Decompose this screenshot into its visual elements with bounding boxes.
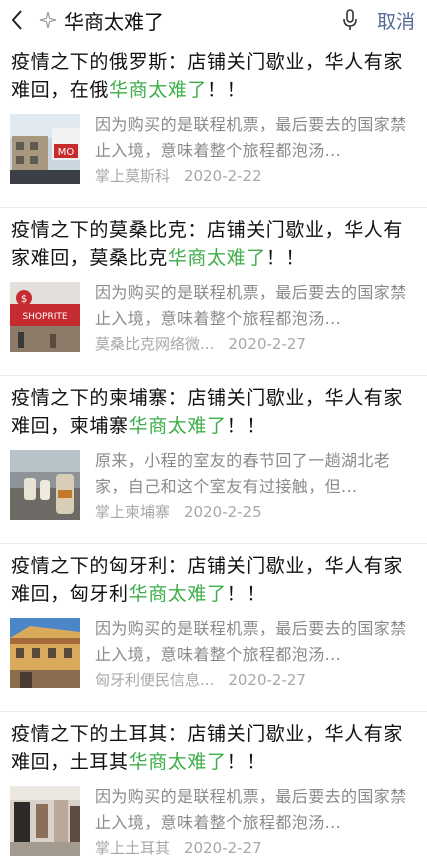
search-result-item[interactable]: 疫情之下的土耳其：店铺关门歇业，华人有家难回，土耳其华商太难了！！ 因为购买的是… (0, 712, 427, 860)
keyword-highlight: 华商太难了 (167, 247, 266, 269)
result-date: 2020-2-27 (184, 839, 262, 857)
result-title[interactable]: 疫情之下的土耳其：店铺关门歇业，华人有家难回，土耳其华商太难了！！ (11, 720, 406, 776)
result-title[interactable]: 疫情之下的匈牙利：店铺关门歇业，华人有家难回，匈牙利华商太难了！！ (11, 552, 406, 608)
result-snippet: 因为购买的是联程机票，最后要去的国家禁止入境，意味着整个旅程都泡汤... (95, 787, 407, 832)
result-title[interactable]: 疫情之下的莫桑比克：店铺关门歇业，华人有家难回，莫桑比克华商太难了！！ (11, 216, 406, 272)
svg-text:$: $ (21, 294, 27, 305)
keyword-highlight: 华商太难了 (109, 79, 208, 101)
result-meta: 匈牙利便民信息... 2020-2-27 (95, 669, 407, 691)
result-snippet: 原来，小程的室友的春节回了一趟湖北老家，自己和这个室友有过接触，但... (95, 451, 391, 496)
result-date: 2020-2-27 (228, 335, 306, 353)
svg-text:SHOPRITE: SHOPRITE (22, 312, 67, 322)
sparkle-icon (34, 0, 62, 40)
result-snippet: 因为购买的是联程机票，最后要去的国家禁止入境，意味着整个旅程都泡汤... (95, 115, 407, 160)
search-result-item[interactable]: 疫情之下的俄罗斯：店铺关门歇业，华人有家难回，在俄华商太难了！！ MO 因为购买… (0, 40, 427, 208)
result-thumbnail (10, 450, 80, 520)
result-source: 莫桑比克网络微... (95, 335, 215, 353)
result-thumbnail: MO (10, 114, 80, 184)
result-source: 匈牙利便民信息... (95, 671, 215, 689)
result-date: 2020-2-25 (184, 503, 262, 521)
result-meta: 掌上柬埔寨 2020-2-25 (95, 501, 407, 523)
result-thumbnail (10, 786, 80, 856)
result-source: 掌上柬埔寨 (95, 503, 171, 521)
keyword-highlight: 华商太难了 (128, 415, 227, 437)
result-title[interactable]: 疫情之下的俄罗斯：店铺关门歇业，华人有家难回，在俄华商太难了！！ (11, 48, 406, 104)
result-date: 2020-2-27 (228, 671, 306, 689)
result-thumbnail: $ SHOPRITE (10, 282, 80, 352)
chevron-left-icon (11, 10, 22, 30)
result-meta: 莫桑比克网络微... 2020-2-27 (95, 333, 407, 355)
result-title[interactable]: 疫情之下的柬埔寨：店铺关门歇业，华人有家难回，柬埔寨华商太难了！！ (11, 384, 406, 440)
search-input[interactable]: 华商太难了 (62, 6, 335, 35)
back-button[interactable] (0, 0, 34, 40)
microphone-icon (343, 9, 357, 30)
voice-search-button[interactable] (335, 0, 365, 40)
search-result-item[interactable]: 疫情之下的莫桑比克：店铺关门歇业，华人有家难回，莫桑比克华商太难了！！ $ SH… (0, 208, 427, 376)
result-thumbnail (10, 618, 80, 688)
result-date: 2020-2-22 (184, 167, 262, 185)
svg-text:MO: MO (58, 147, 75, 158)
search-result-item[interactable]: 疫情之下的匈牙利：店铺关门歇业，华人有家难回，匈牙利华商太难了！！ 因为购买的是… (0, 544, 427, 712)
result-meta: 掌上莫斯科 2020-2-22 (95, 165, 407, 187)
search-bar: 华商太难了 取消 (0, 0, 427, 40)
result-source: 掌上莫斯科 (95, 167, 171, 185)
result-meta: 掌上土耳其 2020-2-27 (95, 837, 407, 859)
search-result-item[interactable]: 疫情之下的柬埔寨：店铺关门歇业，华人有家难回，柬埔寨华商太难了！！ 原来，小程的… (0, 376, 427, 544)
keyword-highlight: 华商太难了 (128, 751, 227, 773)
cancel-button[interactable]: 取消 (365, 7, 427, 34)
result-snippet: 因为购买的是联程机票，最后要去的国家禁止入境，意味着整个旅程都泡汤... (95, 283, 407, 328)
keyword-highlight: 华商太难了 (128, 583, 227, 605)
result-source: 掌上土耳其 (95, 839, 171, 857)
result-snippet: 因为购买的是联程机票，最后要去的国家禁止入境，意味着整个旅程都泡汤... (95, 619, 407, 664)
search-results-list: 疫情之下的俄罗斯：店铺关门歇业，华人有家难回，在俄华商太难了！！ MO 因为购买… (0, 40, 427, 860)
